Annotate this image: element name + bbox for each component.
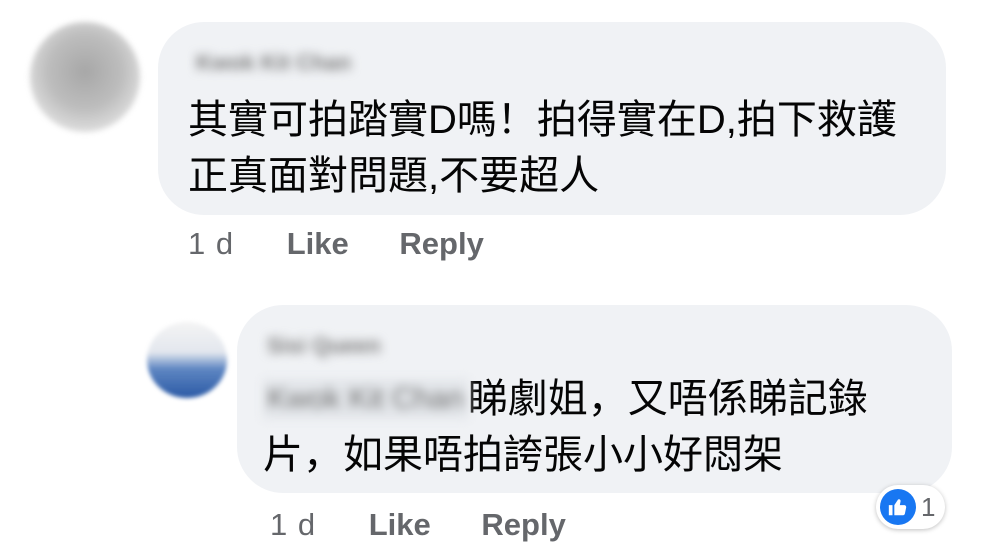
comment-reply-button[interactable]: Reply [399,226,483,262]
comment-author-name[interactable]: Kwok Kit Chan [196,50,351,76]
reaction-summary[interactable]: 1 [876,485,946,529]
comment-actions: 1 d Like Reply [188,224,484,262]
reaction-count: 1 [921,491,936,522]
comment-text: 其實可拍踏實D嗎！拍得實在D,拍下救護正真面對問題,不要超人 [188,98,897,198]
reply-reply-button[interactable]: Reply [481,507,565,543]
reply-actions: 1 d Like Reply [270,505,566,543]
reply-author-name[interactable]: Sisi Queen [267,333,381,359]
thumbs-up-icon [880,489,916,525]
replier-avatar[interactable] [147,322,227,398]
reply-mention-tag[interactable]: Kwok Kit Chan [263,379,468,419]
comment-timestamp[interactable]: 1 d [188,226,234,262]
reply-text-block: Kwok Kit Chan 睇劇姐，又唔係睇記錄片，如果唔拍誇張小小好悶架 [263,371,943,483]
reply-like-button[interactable]: Like [369,507,431,543]
comment-bubble: Kwok Kit Chan 其實可拍踏實D嗎！拍得實在D,拍下救護正真面對問題,… [158,22,946,215]
comment-like-button[interactable]: Like [287,226,349,262]
reply-timestamp[interactable]: 1 d [270,507,316,543]
reply-bubble: Sisi Queen Kwok Kit Chan 睇劇姐，又唔係睇記錄片，如果唔拍… [237,305,952,493]
commenter-avatar[interactable] [30,22,140,132]
